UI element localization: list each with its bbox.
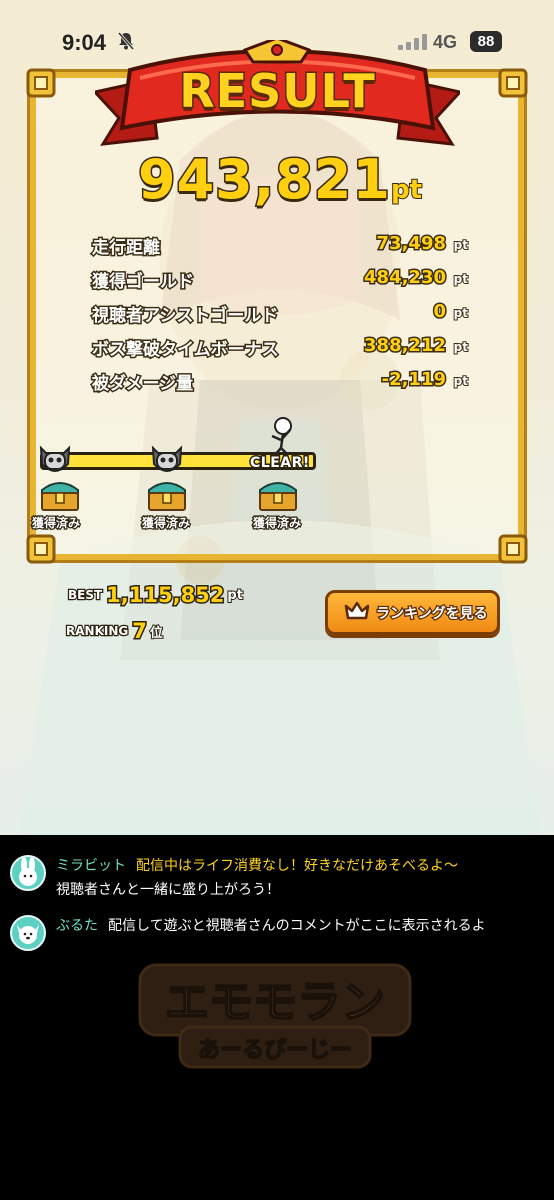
stat-unit: pt (453, 373, 469, 389)
stat-row-distance: 走行距離 73,498 pt (91, 231, 470, 261)
battery-indicator: 88 (470, 31, 502, 52)
runner-character-icon (264, 416, 298, 460)
ranking-row: RANKING 7 位 (65, 618, 164, 645)
treasure-chest-icon (256, 476, 300, 516)
frame-corner-ornament (26, 68, 56, 98)
stat-row-gold: 獲得ゴールド 484,230 pt (91, 265, 470, 295)
stat-unit: pt (453, 271, 469, 287)
stat-row-boss-time-bonus: ボス撃破タイムボーナス 388,212 pt (91, 333, 470, 363)
stat-value: 0 (432, 300, 447, 324)
frame-corner-ornament (498, 68, 528, 98)
checkpoint-reward-label: 獲得済み (252, 515, 303, 532)
logo-main-text: エモモラン (165, 977, 385, 1028)
stat-value: 484,230 (363, 266, 448, 290)
stat-label: 獲得ゴールド (91, 271, 196, 294)
best-label: BEST (67, 587, 104, 604)
stat-unit: pt (453, 305, 469, 321)
ranking-label: RANKING (65, 623, 130, 640)
best-unit: pt (226, 587, 243, 604)
game-logo: エモモラン あーるぴーじー (130, 955, 420, 1085)
chat-text: 配信中はライフ消費なし！好きなだけあそべるよ〜 (136, 858, 458, 874)
crown-icon (344, 600, 370, 626)
view-ranking-button[interactable]: ランキングを見る (325, 590, 500, 635)
logo-sub-text: あーるぴーじー (198, 1038, 352, 1063)
ranking-value: 7 (131, 618, 149, 645)
boss-skull-icon (38, 444, 72, 480)
stat-label: ボス撃破タイムボーナス (91, 339, 281, 362)
boss-skull-icon (150, 444, 184, 480)
checkpoint-reward-label: 獲得済み (141, 515, 192, 532)
total-score-value: 943,821 (137, 147, 392, 213)
treasure-chest-icon (38, 476, 82, 516)
stat-unit: pt (453, 237, 469, 253)
chat-text: 視聴者さんと一緒に盛り上がろう！ (56, 882, 280, 898)
best-value: 1,115,852 (105, 582, 226, 609)
stat-unit: pt (453, 339, 469, 355)
stat-row-damage-taken: 被ダメージ量 -2,119 pt (90, 367, 469, 397)
checkpoint-reward-label: 獲得済み (31, 515, 82, 532)
chat-text: 配信して遊ぶと視聴者さんのコメントがここに表示されるよ (108, 918, 486, 934)
view-ranking-label: ランキングを見る (375, 604, 489, 623)
chat-username: ミラビット (56, 858, 126, 874)
stat-value: 388,212 (363, 334, 448, 358)
total-score: 943,821pt (120, 147, 440, 213)
stat-value: 73,498 (375, 232, 447, 256)
clear-label: CLEAR! (249, 454, 311, 473)
avatar-dog-icon (10, 915, 46, 951)
frame-corner-ornament (498, 534, 528, 564)
best-score-row: BEST 1,115,852 pt (67, 582, 244, 609)
chat-username: ぶるた (56, 918, 98, 934)
frame-corner-ornament (26, 534, 56, 564)
stat-label: 走行距離 (91, 237, 162, 260)
stat-label: 視聴者アシストゴールド (90, 305, 279, 328)
total-score-unit: pt (390, 174, 423, 206)
stat-value: -2,119 (380, 368, 447, 392)
stat-row-viewer-assist-gold: 視聴者アシストゴールド 0 pt (90, 299, 469, 329)
treasure-chest-icon (145, 476, 189, 516)
ranking-unit: 位 (149, 625, 164, 642)
result-title: RESULT (178, 63, 376, 120)
stat-label: 被ダメージ量 (90, 373, 194, 396)
avatar-rabbit-icon (10, 855, 46, 891)
